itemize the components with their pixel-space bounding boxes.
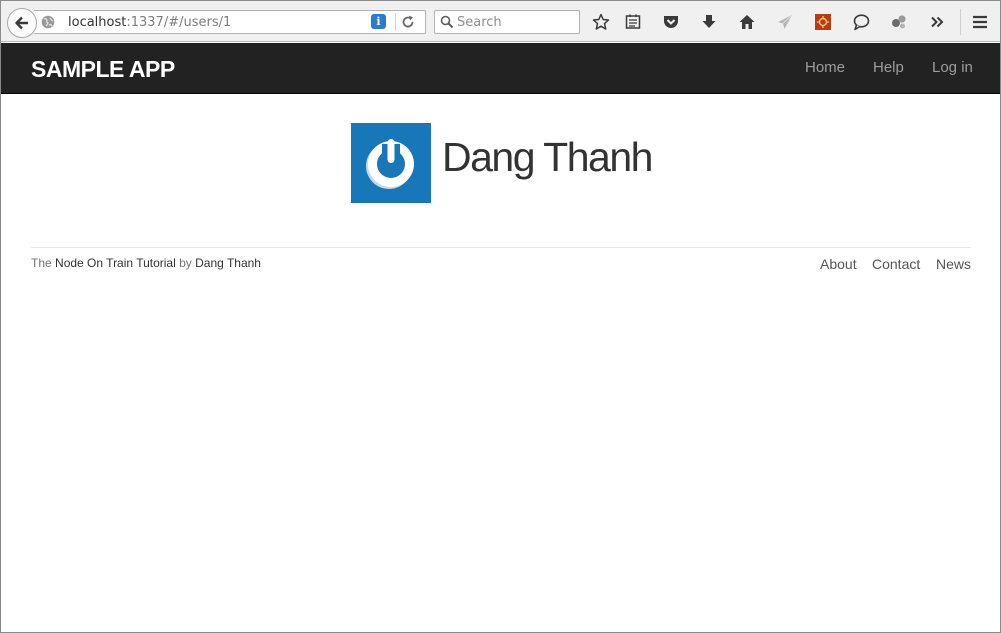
home-icon[interactable] bbox=[737, 12, 757, 32]
globe-icon bbox=[41, 15, 55, 29]
footer-about-link[interactable]: About bbox=[820, 256, 857, 272]
footer-credit: The Node On Train Tutorial by Dang Thanh bbox=[31, 256, 261, 270]
search-icon bbox=[440, 15, 454, 29]
app-navbar: SAMPLE APP Home Help Log in bbox=[1, 43, 1000, 94]
nav-help-link[interactable]: Help bbox=[873, 59, 904, 76]
reading-list-icon[interactable] bbox=[623, 12, 643, 32]
reload-icon[interactable] bbox=[400, 14, 416, 30]
url-divider bbox=[395, 13, 396, 31]
brand-logo[interactable]: SAMPLE APP bbox=[31, 56, 175, 83]
nav-home-link[interactable]: Home bbox=[805, 59, 845, 76]
chat-icon[interactable] bbox=[851, 12, 871, 32]
footer-divider bbox=[31, 247, 971, 248]
author-link[interactable]: Dang Thanh bbox=[195, 256, 261, 270]
footer-by: by bbox=[179, 256, 192, 270]
pocket-icon[interactable] bbox=[661, 12, 681, 32]
search-bar[interactable] bbox=[434, 10, 580, 34]
footer-news-link[interactable]: News bbox=[936, 256, 971, 272]
arrow-left-icon bbox=[15, 16, 28, 30]
toolbar-divider bbox=[960, 9, 961, 35]
star-icon[interactable] bbox=[591, 12, 611, 32]
url-host: localhost bbox=[68, 15, 127, 30]
url-text[interactable]: localhost:1337/#/users/1 bbox=[68, 15, 231, 30]
overflow-icon[interactable] bbox=[927, 12, 947, 32]
footer-contact-link[interactable]: Contact bbox=[872, 256, 920, 272]
download-icon[interactable] bbox=[699, 12, 719, 32]
footer-prefix: The bbox=[31, 256, 52, 270]
extension-icon[interactable] bbox=[813, 12, 833, 32]
address-bar[interactable]: localhost:1337/#/users/1 i bbox=[34, 10, 426, 34]
menu-icon[interactable] bbox=[970, 12, 990, 32]
user-name-heading: Dang Thanh bbox=[442, 134, 653, 180]
connect-icon[interactable] bbox=[889, 12, 909, 32]
page-info-icon[interactable]: i bbox=[371, 14, 386, 29]
tutorial-link[interactable]: Node On Train Tutorial bbox=[55, 256, 176, 270]
avatar bbox=[351, 123, 431, 203]
power-icon bbox=[366, 139, 414, 189]
browser-toolbar: localhost:1337/#/users/1 i bbox=[1, 1, 1000, 42]
nav-login-link[interactable]: Log in bbox=[932, 59, 973, 76]
search-input[interactable] bbox=[457, 14, 575, 30]
back-button[interactable] bbox=[7, 8, 37, 38]
url-path: :1337/#/users/1 bbox=[126, 15, 232, 30]
send-icon[interactable] bbox=[775, 12, 795, 32]
